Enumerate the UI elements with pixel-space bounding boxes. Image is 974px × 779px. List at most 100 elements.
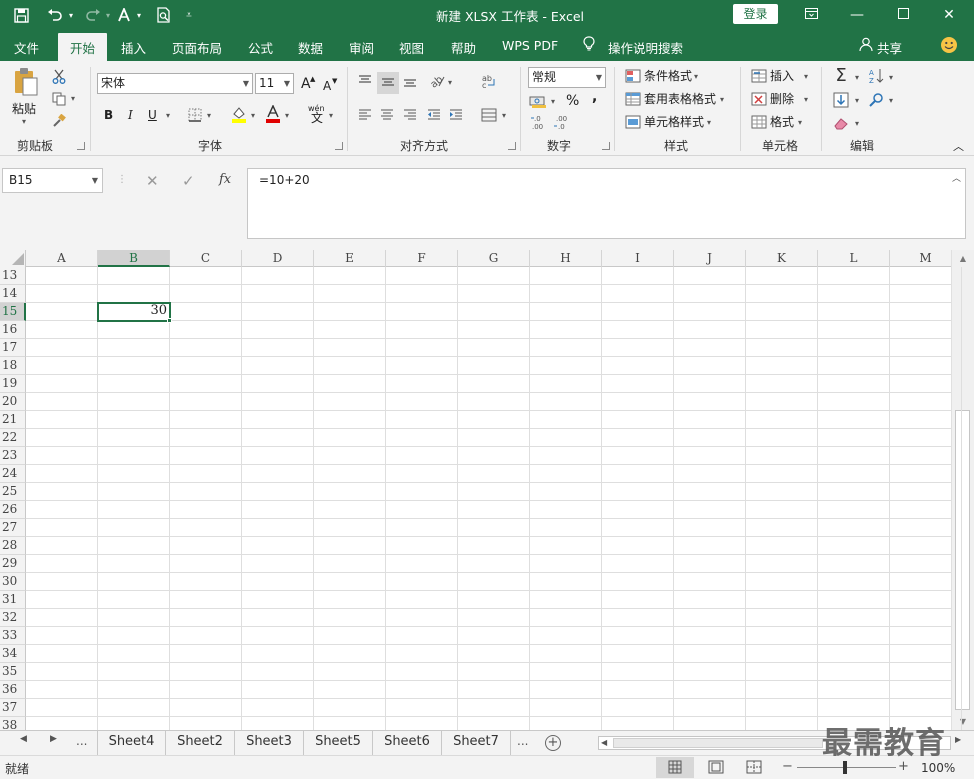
- fill-handle[interactable]: [167, 318, 172, 323]
- sort-filter-dropdown-icon[interactable]: ▾: [889, 73, 893, 82]
- fill-dropdown-icon[interactable]: ▾: [855, 96, 859, 105]
- formula-input[interactable]: =10+20 ︿: [247, 168, 966, 239]
- phonetic-guide-icon[interactable]: 文: [311, 110, 323, 126]
- row-header[interactable]: 37: [0, 699, 26, 717]
- name-box[interactable]: B15 ▼: [2, 168, 103, 193]
- find-select-dropdown-icon[interactable]: ▾: [889, 96, 893, 105]
- row-header[interactable]: 13: [0, 267, 26, 285]
- row-header[interactable]: 29: [0, 555, 26, 573]
- zoom-out-icon[interactable]: −: [782, 759, 793, 774]
- scroll-down-icon[interactable]: ▼: [952, 713, 974, 730]
- tab-insert[interactable]: 插入: [121, 38, 146, 57]
- undo-icon[interactable]: [44, 4, 66, 26]
- format-as-table-icon[interactable]: [624, 91, 642, 107]
- tab-help[interactable]: 帮助: [451, 38, 476, 57]
- align-bottom-icon[interactable]: [401, 72, 419, 90]
- currency-dropdown-icon[interactable]: ▾: [551, 97, 555, 106]
- align-right-icon[interactable]: [401, 106, 419, 124]
- column-header[interactable]: I: [602, 250, 674, 267]
- row-header[interactable]: 18: [0, 357, 26, 375]
- tab-formulas[interactable]: 公式: [248, 38, 273, 57]
- scroll-right-icon[interactable]: ▶: [955, 735, 961, 744]
- print-preview-icon[interactable]: [152, 4, 174, 26]
- orientation-dropdown-icon[interactable]: ▾: [448, 78, 452, 87]
- page-layout-view-icon[interactable]: [704, 757, 728, 778]
- column-header[interactable]: J: [674, 250, 746, 267]
- autosum-icon[interactable]: Σ: [831, 67, 851, 85]
- row-header[interactable]: 35: [0, 663, 26, 681]
- customize-qat-icon[interactable]: ⩡: [182, 4, 196, 26]
- shrink-font-icon[interactable]: A: [323, 78, 331, 94]
- worksheet-grid[interactable]: ABCDEFGHIJKLM ▲ ▼ 13 14 15 16 17 18 19 20 21 22 23…: [0, 250, 974, 735]
- column-header[interactable]: A: [26, 250, 98, 267]
- format-as-table-dropdown-icon[interactable]: ▾: [720, 95, 724, 104]
- row-header[interactable]: 34: [0, 645, 26, 663]
- format-cells-icon[interactable]: [750, 114, 768, 130]
- sheet-more-right[interactable]: ...: [517, 734, 528, 748]
- confirm-entry-icon[interactable]: ✓: [182, 172, 195, 190]
- tell-me-search[interactable]: 操作说明搜索: [608, 38, 683, 57]
- column-header[interactable]: H: [530, 250, 602, 267]
- row-header[interactable]: 15: [0, 303, 26, 321]
- conditional-format-icon[interactable]: [624, 68, 642, 84]
- row-header[interactable]: 30: [0, 573, 26, 591]
- sheet-tab[interactable]: Sheet2: [166, 731, 235, 755]
- comma-style-button[interactable]: ,: [592, 89, 597, 105]
- add-sheet-button[interactable]: +: [545, 735, 561, 751]
- row-header[interactable]: 33: [0, 627, 26, 645]
- chevron-down-icon[interactable]: ▼: [243, 74, 249, 93]
- collapse-ribbon-icon[interactable]: ︿: [953, 139, 964, 155]
- phonetic-dropdown-icon[interactable]: ▾: [329, 111, 333, 120]
- font-color-quick-icon[interactable]: [114, 4, 134, 26]
- column-header[interactable]: E: [314, 250, 386, 267]
- zoom-level[interactable]: 100%: [921, 761, 955, 775]
- fill-color-dropdown-icon[interactable]: ▾: [251, 111, 255, 120]
- tab-review[interactable]: 审阅: [349, 38, 374, 57]
- font-color-icon[interactable]: [264, 104, 282, 124]
- collapse-formula-bar-icon[interactable]: ︿: [952, 171, 961, 184]
- tab-view[interactable]: 视图: [399, 38, 424, 57]
- paste-dropdown-icon[interactable]: ▾: [22, 117, 26, 126]
- redo-icon[interactable]: [82, 4, 104, 26]
- font-name-combo[interactable]: 宋体 ▼: [97, 73, 253, 94]
- copy-icon[interactable]: [50, 90, 68, 108]
- format-as-table-button[interactable]: 套用表格格式: [644, 91, 716, 107]
- sheet-prev-icon[interactable]: ◀: [20, 734, 27, 744]
- align-left-icon[interactable]: [356, 106, 374, 124]
- column-header[interactable]: L: [818, 250, 890, 267]
- sheet-tab[interactable]: Sheet4: [97, 731, 166, 755]
- row-header[interactable]: 19: [0, 375, 26, 393]
- italic-button[interactable]: I: [128, 107, 133, 123]
- clear-icon[interactable]: [831, 114, 851, 132]
- column-header[interactable]: G: [458, 250, 530, 267]
- format-painter-icon[interactable]: [50, 112, 68, 130]
- decrease-decimal-icon[interactable]: .00.0: [553, 113, 571, 131]
- underline-button[interactable]: U: [148, 107, 157, 123]
- scroll-up-icon[interactable]: ▲: [952, 250, 974, 267]
- insert-cells-dropdown-icon[interactable]: ▾: [804, 72, 808, 81]
- paste-icon[interactable]: [12, 67, 40, 97]
- tab-home[interactable]: 开始: [58, 33, 108, 61]
- delete-cells-dropdown-icon[interactable]: ▾: [804, 95, 808, 104]
- clipboard-launcher-icon[interactable]: [77, 142, 85, 150]
- cut-icon[interactable]: [50, 67, 68, 85]
- merge-center-icon[interactable]: [479, 106, 499, 124]
- cell-styles-dropdown-icon[interactable]: ▾: [707, 118, 711, 127]
- row-header[interactable]: 27: [0, 519, 26, 537]
- paste-button[interactable]: 粘贴: [12, 101, 36, 117]
- conditional-format-button[interactable]: 条件格式: [644, 68, 692, 84]
- sheet-tab[interactable]: Sheet7: [442, 731, 511, 755]
- borders-icon[interactable]: [186, 106, 204, 124]
- format-cells-dropdown-icon[interactable]: ▾: [798, 118, 802, 127]
- maximize-icon[interactable]: [880, 0, 926, 30]
- increase-indent-icon[interactable]: [447, 106, 465, 124]
- share-button[interactable]: 共享: [877, 38, 902, 57]
- scroll-thumb[interactable]: [955, 410, 970, 710]
- chevron-down-icon[interactable]: ▼: [596, 68, 602, 87]
- cancel-entry-icon[interactable]: ✕: [146, 172, 159, 190]
- align-center-icon[interactable]: [378, 106, 396, 124]
- delete-cells-button[interactable]: 删除: [770, 91, 794, 107]
- chevron-down-icon[interactable]: ▼: [92, 169, 98, 192]
- sheet-more-left[interactable]: ...: [76, 734, 87, 748]
- delete-cells-icon[interactable]: [750, 91, 768, 107]
